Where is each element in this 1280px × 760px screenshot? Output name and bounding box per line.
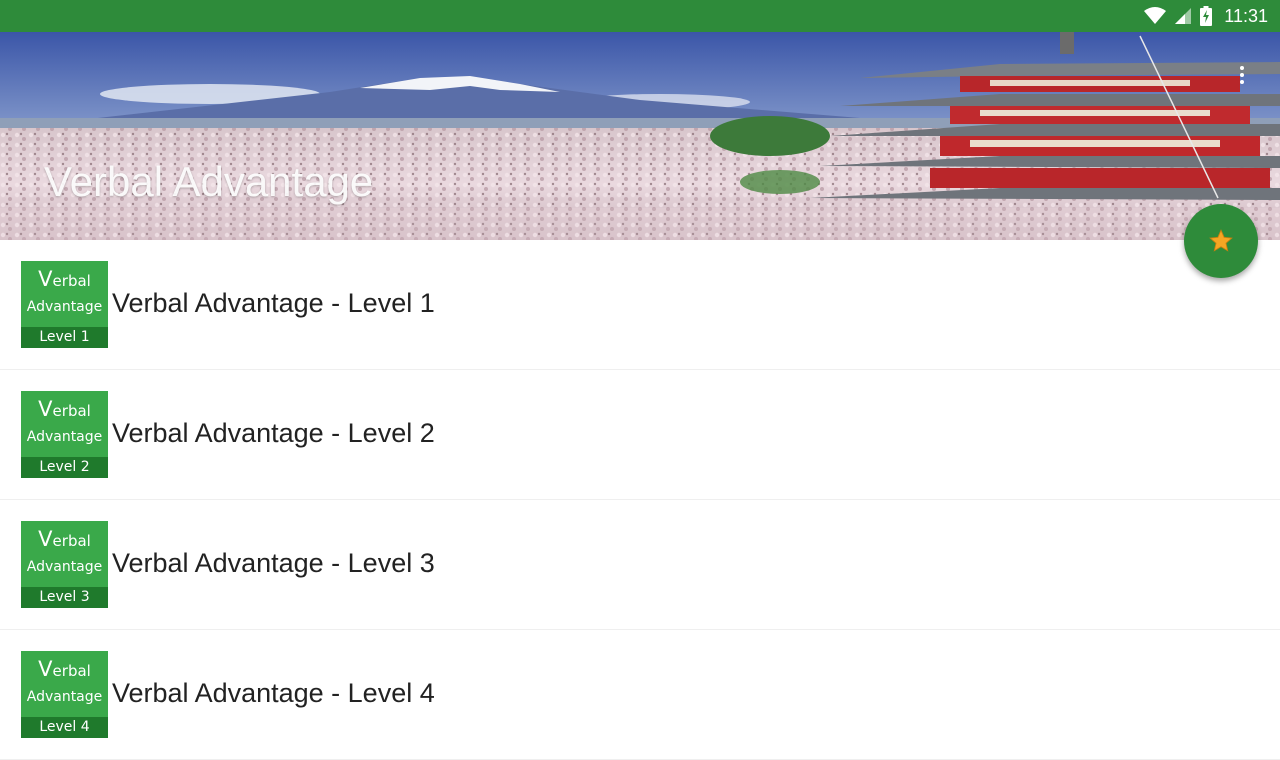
list-item-title: Verbal Advantage - Level 3 <box>112 548 435 578</box>
list-item-title: Verbal Advantage - Level 2 <box>112 418 435 448</box>
thumb-verbal-initial: V <box>38 397 53 421</box>
thumb-verbal: Verbal <box>21 659 108 680</box>
thumb-verbal: Verbal <box>21 269 108 290</box>
menu-dot <box>1240 66 1244 70</box>
list-item[interactable]: Verbal Advantage Level 4 Verbal Advantag… <box>0 630 1280 760</box>
page-title: Verbal Advantage <box>44 158 374 205</box>
level-list: Verbal Advantage Level 1 Verbal Advantag… <box>0 240 1280 760</box>
thumb-verbal-initial: V <box>38 657 53 681</box>
battery-charging-icon <box>1200 6 1213 26</box>
level-thumbnail: Verbal Advantage Level 4 <box>21 651 108 738</box>
thumb-advantage: Advantage <box>26 429 103 445</box>
header-background-image <box>0 32 1280 240</box>
thumb-verbal-rest: erbal <box>52 532 91 550</box>
favorites-fab-button[interactable] <box>1184 204 1258 278</box>
thumb-level: Level 4 <box>21 717 108 738</box>
thumb-verbal-initial: V <box>38 267 53 291</box>
app-header: Verbal Advantage <box>0 32 1280 240</box>
menu-dot <box>1240 80 1244 84</box>
thumb-verbal-initial: V <box>38 527 53 551</box>
thumb-level: Level 2 <box>21 457 108 478</box>
list-item-title: Verbal Advantage - Level 4 <box>112 678 435 708</box>
thumb-advantage: Advantage <box>26 299 103 315</box>
level-thumbnail: Verbal Advantage Level 2 <box>21 391 108 478</box>
level-thumbnail: Verbal Advantage Level 1 <box>21 261 108 348</box>
thumb-advantage: Advantage <box>26 689 103 705</box>
menu-dot <box>1240 73 1244 77</box>
star-icon <box>1209 229 1233 252</box>
thumb-verbal-rest: erbal <box>52 272 91 290</box>
thumb-verbal: Verbal <box>21 529 108 550</box>
status-time: 11:31 <box>1224 5 1268 26</box>
thumb-verbal-rest: erbal <box>52 662 91 680</box>
list-item[interactable]: Verbal Advantage Level 2 Verbal Advantag… <box>0 370 1280 500</box>
status-icons: 11:31 <box>1144 0 1268 32</box>
thumb-verbal: Verbal <box>21 399 108 420</box>
list-item-title: Verbal Advantage - Level 1 <box>112 288 435 318</box>
thumb-level: Level 1 <box>21 327 108 348</box>
status-bar: 11:31 <box>0 0 1280 32</box>
wifi-icon <box>1144 7 1167 24</box>
level-thumbnail: Verbal Advantage Level 3 <box>21 521 108 608</box>
list-item[interactable]: Verbal Advantage Level 1 Verbal Advantag… <box>0 240 1280 370</box>
more-vert-icon[interactable] <box>1230 60 1254 90</box>
signal-icon <box>1175 8 1192 24</box>
thumb-advantage: Advantage <box>26 559 103 575</box>
thumb-verbal-rest: erbal <box>52 402 91 420</box>
thumb-level: Level 3 <box>21 587 108 608</box>
list-item[interactable]: Verbal Advantage Level 3 Verbal Advantag… <box>0 500 1280 630</box>
